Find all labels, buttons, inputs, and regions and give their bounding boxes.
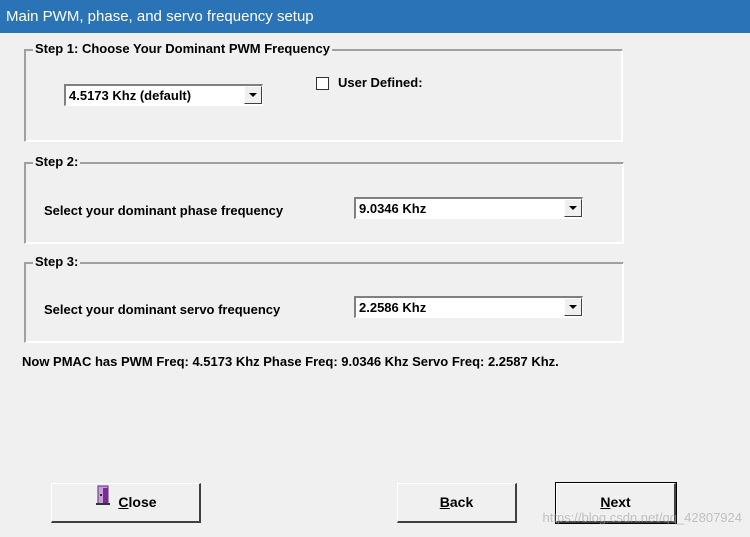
window-title: Main PWM, phase, and servo frequency set… [6, 8, 314, 25]
next-label: ext [610, 494, 631, 510]
status-text: Now PMAC has PWM Freq: 4.5173 Khz Phase … [22, 354, 559, 369]
back-label: ack [449, 494, 474, 510]
chevron-down-icon[interactable] [564, 199, 582, 217]
phase-frequency-value: 9.0346 Khz [359, 201, 427, 216]
servo-frequency-label: Select your dominant servo frequency [44, 302, 281, 317]
servo-frequency-select[interactable]: 2.2586 Khz [354, 296, 583, 318]
pwm-frequency-value: 4.5173 Khz (default) [69, 88, 192, 103]
window-title-bar: Main PWM, phase, and servo frequency set… [0, 0, 750, 33]
door-exit-icon [94, 483, 112, 520]
back-button[interactable]: Back [397, 483, 517, 523]
servo-frequency-value: 2.2586 Khz [359, 300, 427, 315]
pwm-frequency-select[interactable]: 4.5173 Khz (default) [64, 84, 263, 106]
user-defined-label: User Defined: [338, 75, 423, 90]
back-accel: B [439, 494, 450, 510]
step1-legend: Step 1: Choose Your Dominant PWM Frequen… [33, 41, 332, 56]
chevron-down-icon[interactable] [564, 298, 582, 316]
step2-legend: Step 2: [33, 154, 81, 169]
chevron-down-icon[interactable] [244, 86, 262, 104]
phase-frequency-label: Select your dominant phase frequency [44, 203, 284, 218]
watermark: https://blog.csdn.net/qq_42807924 [542, 510, 743, 525]
next-accel: N [600, 494, 611, 510]
close-accel: C [118, 494, 129, 510]
close-label: lose [128, 494, 157, 510]
close-button[interactable]: Close [51, 483, 201, 523]
step3-legend: Step 3: [33, 254, 81, 269]
phase-frequency-select[interactable]: 9.0346 Khz [354, 197, 583, 219]
user-defined-checkbox[interactable] [316, 77, 329, 90]
